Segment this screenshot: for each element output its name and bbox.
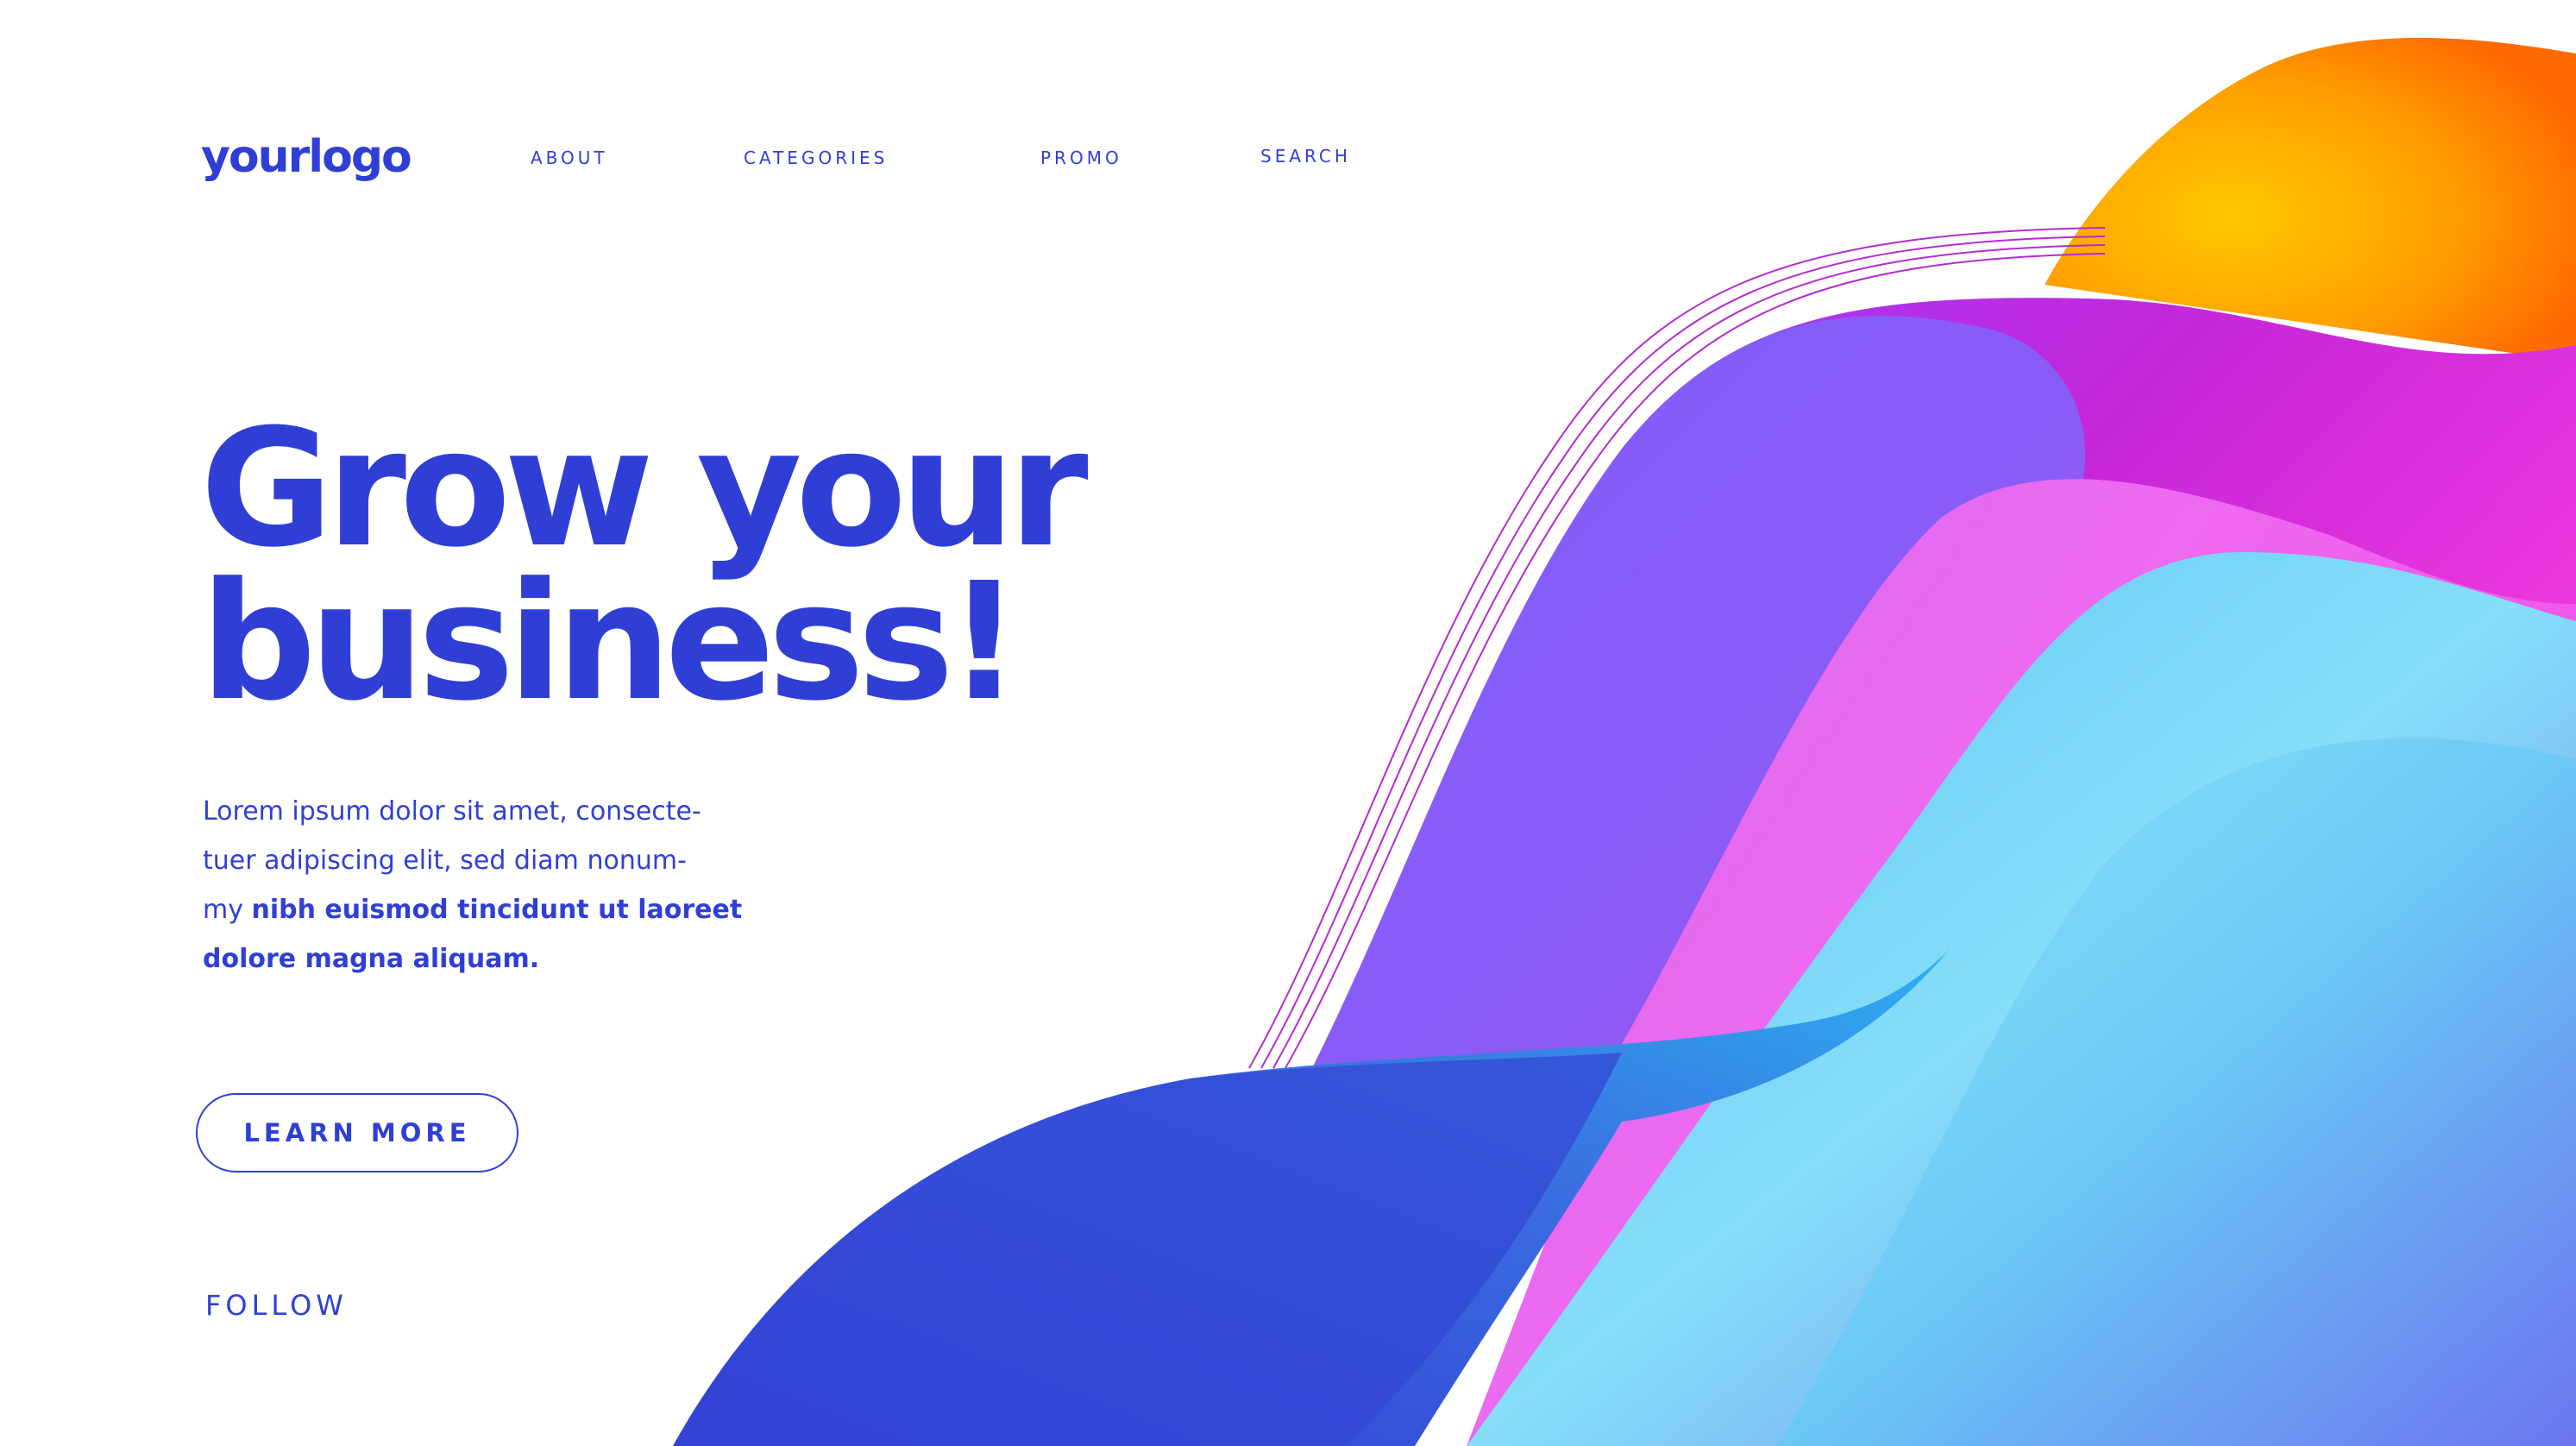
- intro-line-2: tuer adipiscing elit, sed diam nonum-: [203, 846, 687, 876]
- nav-about-link[interactable]: ABOUT: [531, 148, 608, 168]
- hero-title: Grow your business!: [200, 394, 1089, 737]
- intro-line-4: dolore magna aliquam.: [203, 934, 738, 984]
- logo[interactable]: yourlogo: [201, 131, 412, 183]
- intro-line-1: Lorem ipsum dolor sit amet, consecte-: [203, 796, 701, 827]
- follow-link[interactable]: FOLLOW: [205, 1289, 348, 1322]
- nav-categories-link[interactable]: CATEGORIES: [744, 148, 888, 168]
- hero-title-line-2: business!: [200, 548, 1021, 737]
- blue-wave-front-shape: [673, 1053, 1622, 1446]
- intro-line-3-regular: my: [203, 895, 252, 925]
- learn-more-button[interactable]: LEARN MORE: [196, 1093, 518, 1173]
- intro-line-4-bold: dolore magna aliquam.: [203, 944, 540, 974]
- intro-paragraph: Lorem ipsum dolor sit amet, consecte- tu…: [203, 787, 742, 984]
- nav-search-link[interactable]: SEARCH: [1260, 146, 1351, 167]
- intro-line-3-bold: nibh euismod tincidunt ut laoreet: [251, 895, 743, 925]
- intro-line-3: my nibh euismod tincidunt ut laoreet: [203, 885, 742, 934]
- hero-title-line-1: Grow your: [200, 394, 1089, 583]
- nav-promo-link[interactable]: PROMO: [1040, 148, 1122, 168]
